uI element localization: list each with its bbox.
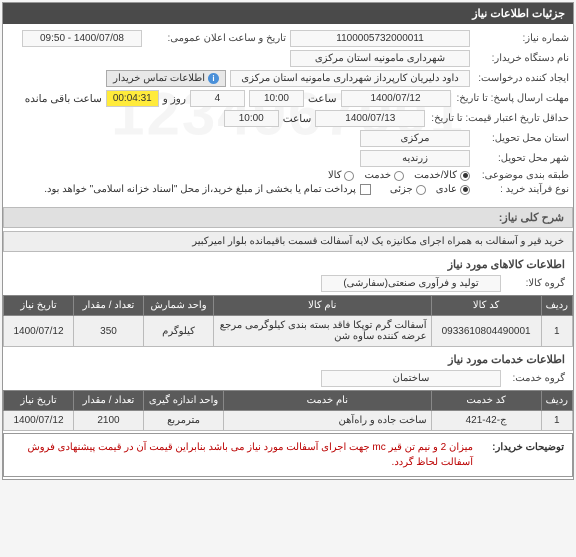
baghi-label: ساعت باقی مانده xyxy=(25,93,102,105)
col-row: ردیف xyxy=(541,391,572,411)
col-date: تاریخ نیاز xyxy=(4,391,74,411)
panel-title: جزئیات اطلاعات نیاز xyxy=(3,3,573,24)
buyer-note-text: میزان 2 و نیم تن قیر mc جهت اجرای آسفالت… xyxy=(12,440,473,470)
goods-group-label: گروه کالا: xyxy=(505,278,565,289)
radio-partial[interactable]: جزئی xyxy=(390,184,426,195)
province-value: مرکزی xyxy=(360,130,470,147)
saat-label-1: ساعت xyxy=(308,93,337,105)
col-date: تاریخ نیاز xyxy=(4,296,74,316)
info-icon: i xyxy=(208,73,219,84)
cell-date: 1400/07/12 xyxy=(4,411,74,431)
col-row: ردیف xyxy=(541,296,572,316)
buyer-contact-label: اطلاعات تماس خریدار xyxy=(113,73,205,84)
col-code: کد خدمت xyxy=(431,391,541,411)
radio-kala-khadmat[interactable]: کالا/خدمت xyxy=(414,170,470,181)
rooz-label: روز و xyxy=(163,93,186,105)
announce-value: 1400/07/08 - 09:50 xyxy=(22,30,142,47)
radio-kala[interactable]: کالا xyxy=(328,170,355,181)
category-label: طبقه بندی موضوعی: xyxy=(474,170,569,181)
radio-dot-icon xyxy=(460,185,470,195)
cell-date: 1400/07/12 xyxy=(4,316,74,347)
saat-label-2: ساعت xyxy=(283,113,312,125)
creator-label: ایجاد کننده درخواست: xyxy=(474,73,569,84)
validity-time: 10:00 xyxy=(224,110,279,127)
services-group-value: ساختمان xyxy=(321,370,501,387)
payment-note-check[interactable]: پرداخت تمام یا بخشی از مبلغ خرید،از محل … xyxy=(44,184,371,195)
province-label: استان محل تحویل: xyxy=(474,133,569,144)
process-radio-group: عادی جزئی xyxy=(390,184,470,195)
col-unit: واحد شمارش xyxy=(144,296,214,316)
deadline-label: مهلت ارسال پاسخ: تا تاریخ: xyxy=(455,93,569,104)
need-no-value: 1100005732000011 xyxy=(290,30,470,47)
cell-qty: 2100 xyxy=(74,411,144,431)
radio-dot-icon xyxy=(394,171,404,181)
creator-value: داود دلیریان کارپرداز شهرداری مامونیه اس… xyxy=(230,70,470,87)
services-header: اطلاعات خدمات مورد نیاز xyxy=(3,349,573,370)
days-remaining: 4 xyxy=(190,90,245,107)
col-code: کد کالا xyxy=(431,296,541,316)
city-value: زرندیه xyxy=(360,150,470,167)
buyer-name-label: نام دستگاه خریدار: xyxy=(474,53,569,64)
cell-row: 1 xyxy=(541,411,572,431)
desc-text: خرید قیر و آسفالت به همراه اجرای مکانیزه… xyxy=(3,231,573,252)
announce-label: تاریخ و ساعت اعلان عمومی: xyxy=(146,33,286,44)
col-qty: تعداد / مقدار xyxy=(74,391,144,411)
radio-normal[interactable]: عادی xyxy=(436,184,470,195)
col-name: نام خدمت xyxy=(224,391,432,411)
radio-dot-icon xyxy=(460,171,470,181)
form-area: 1234967001 شماره نیاز: 1100005732000011 … xyxy=(3,24,573,204)
deadline-date: 1400/07/12 xyxy=(341,90,451,107)
desc-title: شرح کلی نیاز: xyxy=(3,207,573,228)
cell-unit: مترمربع xyxy=(144,411,224,431)
cell-row: 1 xyxy=(541,316,572,347)
radio-dot-icon xyxy=(416,185,426,195)
buyer-note-label: توضیحات خریدار: xyxy=(479,440,564,470)
checkbox-icon xyxy=(360,184,371,195)
validity-label: حداقل تاریخ اعتبار قیمت: تا تاریخ: xyxy=(429,113,569,124)
services-group-label: گروه خدمت: xyxy=(505,373,565,384)
col-unit: واحد اندازه گیری xyxy=(144,391,224,411)
cell-unit: کیلوگرم xyxy=(144,316,214,347)
table-row: 10933610804490001آسفالت گرم توپکا فاقد ب… xyxy=(4,316,573,347)
buyer-name-value: شهرداری مامونیه استان مرکزی xyxy=(290,50,470,67)
radio-dot-icon xyxy=(344,171,354,181)
cell-name: ساخت جاده و راه‌آهن xyxy=(224,411,432,431)
need-details-panel: جزئیات اطلاعات نیاز 1234967001 شماره نیا… xyxy=(2,2,574,480)
validity-date: 1400/07/13 xyxy=(315,110,425,127)
category-radio-group: کالا/خدمت خدمت کالا xyxy=(328,170,470,181)
buyer-contact-button[interactable]: i اطلاعات تماس خریدار xyxy=(106,70,226,87)
deadline-time: 10:00 xyxy=(249,90,304,107)
countdown-timer: 00:04:31 xyxy=(106,90,159,107)
process-label: نوع فرآیند خرید : xyxy=(474,184,569,195)
buyer-note: توضیحات خریدار: میزان 2 و نیم تن قیر mc … xyxy=(3,433,573,477)
table-row: 1ج-42-421ساخت جاده و راه‌آهنمترمربع21001… xyxy=(4,411,573,431)
radio-khadmat[interactable]: خدمت xyxy=(364,170,404,181)
goods-header: اطلاعات کالاهای مورد نیاز xyxy=(3,254,573,275)
city-label: شهر محل تحویل: xyxy=(474,153,569,164)
col-name: نام کالا xyxy=(214,296,432,316)
cell-code: ج-42-421 xyxy=(431,411,541,431)
cell-code: 0933610804490001 xyxy=(431,316,541,347)
payment-note-text: پرداخت تمام یا بخشی از مبلغ خرید،از محل … xyxy=(44,184,356,195)
goods-table: ردیف کد کالا نام کالا واحد شمارش تعداد /… xyxy=(3,295,573,347)
cell-name: آسفالت گرم توپکا فاقد بسته بندی کیلوگرمی… xyxy=(214,316,432,347)
col-qty: تعداد / مقدار xyxy=(74,296,144,316)
services-table: ردیف کد خدمت نام خدمت واحد اندازه گیری ت… xyxy=(3,390,573,431)
goods-group-value: تولید و فرآوری صنعتی(سفارشی) xyxy=(321,275,501,292)
cell-qty: 350 xyxy=(74,316,144,347)
need-no-label: شماره نیاز: xyxy=(474,33,569,44)
